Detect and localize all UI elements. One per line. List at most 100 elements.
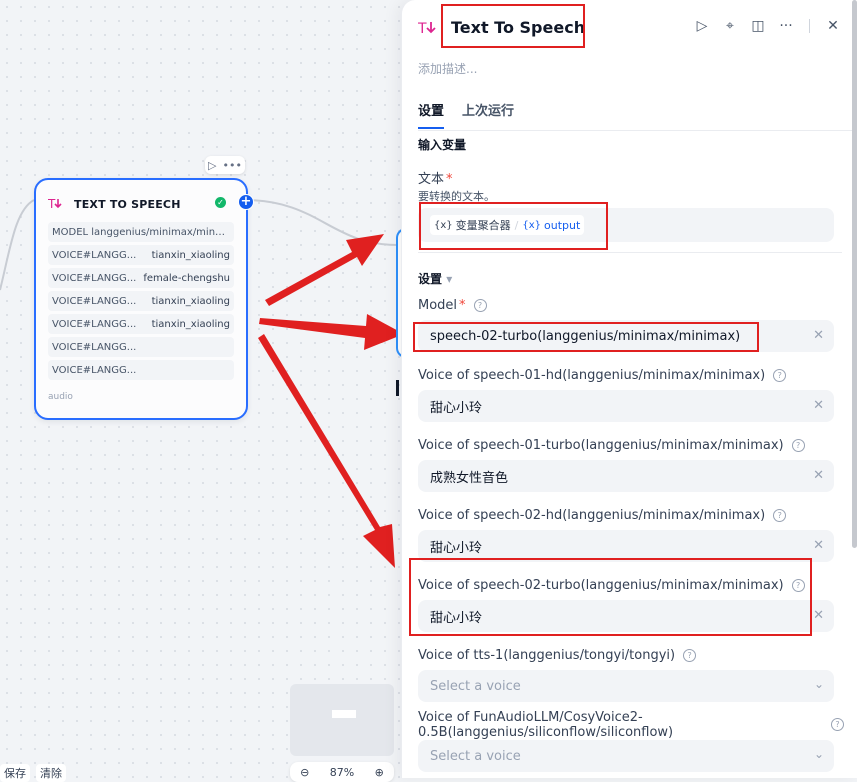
clear-icon[interactable]: ✕ bbox=[813, 608, 824, 623]
voice-value: 甜心小玲 bbox=[430, 540, 483, 556]
param-value: female-chengshu bbox=[143, 272, 230, 284]
zoom-control: ⊖ 87% ⊕ bbox=[290, 762, 394, 782]
param-value: tianxin_xiaoling bbox=[151, 249, 230, 261]
node-output-type: audio bbox=[48, 392, 73, 402]
chevron-down-icon: ⌄ bbox=[813, 747, 824, 761]
voice-label-text: Voice of speech-01-turbo(langgenius/mini… bbox=[418, 438, 784, 453]
node-param-row: VOICE#LANGG... tianxin_xiaoling bbox=[48, 314, 234, 334]
tab-settings[interactable]: 设置 bbox=[418, 100, 445, 129]
panel-tabs: 设置 上次运行 bbox=[418, 100, 857, 131]
model-label: Model *? bbox=[418, 298, 487, 313]
svg-text:T: T bbox=[418, 21, 427, 37]
voice-select[interactable]: Select a voice ⌄ bbox=[418, 740, 834, 772]
voice-label: Voice of tts-1(langgenius/tongyi/tongyi)… bbox=[418, 648, 697, 663]
param-value: tianxin_xiaoling bbox=[151, 295, 230, 307]
clear-icon[interactable]: ✕ bbox=[813, 398, 824, 413]
voice-select[interactable]: 成熟女性音色 ✕ bbox=[418, 460, 834, 492]
param-key: VOICE#LANGG... bbox=[52, 295, 137, 307]
annotation-box bbox=[409, 558, 812, 636]
help-icon[interactable]: ? bbox=[791, 439, 805, 452]
section-divider bbox=[418, 252, 842, 253]
panel-scrollbar[interactable] bbox=[852, 0, 857, 548]
voice-label: Voice of speech-01-turbo(langgenius/mini… bbox=[418, 438, 805, 453]
tts-icon: T bbox=[418, 21, 436, 37]
clear-icon[interactable]: ✕ bbox=[813, 328, 824, 343]
voice-select[interactable]: Select a voice ⌄ bbox=[418, 670, 834, 702]
annotation-box bbox=[413, 322, 759, 352]
tts-node[interactable]: T TEXT TO SPEECH ✓ + MODEL langgenius/mi… bbox=[34, 178, 254, 420]
help-icon[interactable]: ? bbox=[773, 509, 787, 522]
svg-text:T: T bbox=[48, 197, 56, 211]
input-variables-title: 输入变量 bbox=[418, 138, 467, 152]
resize-handle[interactable] bbox=[396, 380, 399, 396]
more-icon[interactable]: ··· bbox=[777, 18, 795, 34]
param-value: tianxin_xiaoling bbox=[151, 318, 230, 330]
zoom-out-icon[interactable]: ⊖ bbox=[300, 766, 309, 779]
canvas-bottom-bar: 保存 清除 bbox=[0, 764, 66, 782]
annotation-box bbox=[419, 202, 608, 250]
description-input[interactable]: 添加描述... bbox=[418, 60, 477, 77]
zoom-in-icon[interactable]: ⊕ bbox=[375, 766, 384, 779]
param-key: VOICE#LANGG... bbox=[52, 249, 137, 261]
node-param-row: VOICE#LANGG... tianxin_xiaoling bbox=[48, 245, 234, 265]
param-key: MODEL langgenius/minimax/mini... bbox=[52, 226, 226, 238]
node-param-row: MODEL langgenius/minimax/mini... bbox=[48, 222, 234, 242]
text-label-text: 文本 bbox=[418, 172, 445, 187]
node-more-icon[interactable]: ••• bbox=[223, 159, 242, 172]
text-label: 文本 * bbox=[418, 168, 453, 187]
node-params: MODEL langgenius/minimax/mini... VOICE#L… bbox=[48, 222, 234, 383]
help-icon[interactable]: ? bbox=[773, 369, 787, 382]
voice-label: Voice of FunAudioLLM/CosyVoice2-0.5B(lan… bbox=[418, 710, 818, 740]
settings-title[interactable]: 设置 ▾ bbox=[418, 270, 452, 287]
param-key: VOICE#LANGG... bbox=[52, 318, 137, 330]
param-key: VOICE#LANGG... bbox=[52, 341, 137, 353]
voice-label-text: Voice of speech-02-hd(langgenius/minimax… bbox=[418, 508, 766, 523]
model-label-text: Model bbox=[418, 298, 458, 313]
voice-value: 成熟女性音色 bbox=[430, 470, 509, 486]
voice-label-text: Voice of tts-1(langgenius/tongyi/tongyi) bbox=[418, 648, 676, 663]
voice-select[interactable]: 甜心小玲 ✕ bbox=[418, 390, 834, 422]
tab-last-run[interactable]: 上次运行 bbox=[462, 100, 514, 119]
success-check-icon: ✓ bbox=[215, 197, 226, 208]
required-mark: * bbox=[459, 298, 466, 313]
param-key: VOICE#LANGG... bbox=[52, 272, 137, 284]
save-button[interactable]: 保存 bbox=[0, 764, 30, 782]
required-mark: * bbox=[446, 172, 453, 187]
voice-value: 甜心小玲 bbox=[430, 400, 483, 416]
node-param-row: VOICE#LANGG... tianxin_xiaoling bbox=[48, 291, 234, 311]
chevron-down-icon: ⌄ bbox=[813, 677, 824, 691]
minimap-node bbox=[332, 710, 356, 718]
clear-icon[interactable]: ✕ bbox=[813, 538, 824, 553]
layout-icon[interactable]: ◫ bbox=[749, 18, 767, 34]
clear-button[interactable]: 清除 bbox=[36, 764, 66, 782]
run-icon[interactable]: ▷ bbox=[693, 18, 711, 34]
node-header: T TEXT TO SPEECH ✓ bbox=[48, 194, 236, 214]
annotation-box bbox=[441, 4, 585, 48]
voice-placeholder: Select a voice bbox=[430, 748, 521, 764]
caret-down-icon: ▾ bbox=[446, 272, 453, 286]
voice-label: Voice of speech-02-hd(langgenius/minimax… bbox=[418, 508, 787, 523]
voice-label-text: Voice of FunAudioLLM/CosyVoice2-0.5B(lan… bbox=[418, 710, 674, 740]
run-node-icon[interactable]: ▷ bbox=[208, 159, 216, 172]
voice-label: Voice of speech-01-hd(langgenius/minimax… bbox=[418, 368, 787, 383]
clear-icon[interactable]: ✕ bbox=[813, 468, 824, 483]
help-icon[interactable]: ? bbox=[683, 649, 697, 662]
tts-icon: T bbox=[48, 197, 62, 211]
zoom-level[interactable]: 87% bbox=[330, 766, 354, 779]
node-param-row: VOICE#LANGG... bbox=[48, 360, 234, 380]
panel-actions: ▷ ⌖ ◫ ··· ✕ bbox=[693, 18, 842, 34]
locate-icon[interactable]: ⌖ bbox=[721, 18, 739, 34]
node-toolbar: ▷ ••• bbox=[205, 156, 245, 174]
help-icon[interactable]: ? bbox=[831, 718, 844, 731]
voice-placeholder: Select a voice bbox=[430, 678, 521, 694]
close-icon[interactable]: ✕ bbox=[824, 18, 842, 34]
param-key: VOICE#LANGG... bbox=[52, 364, 137, 376]
minimap[interactable] bbox=[290, 684, 394, 756]
node-settings-panel: T Text To Speech ▷ ⌖ ◫ ··· ✕ 添加描述... 设置 … bbox=[401, 0, 857, 778]
help-icon[interactable]: ? bbox=[473, 299, 487, 312]
voice-label-text: Voice of speech-01-hd(langgenius/minimax… bbox=[418, 368, 766, 383]
node-param-row: VOICE#LANGG... female-chengshu bbox=[48, 268, 234, 288]
node-param-row: VOICE#LANGG... bbox=[48, 337, 234, 357]
add-next-node-button[interactable]: + bbox=[238, 194, 254, 210]
divider bbox=[809, 19, 810, 33]
